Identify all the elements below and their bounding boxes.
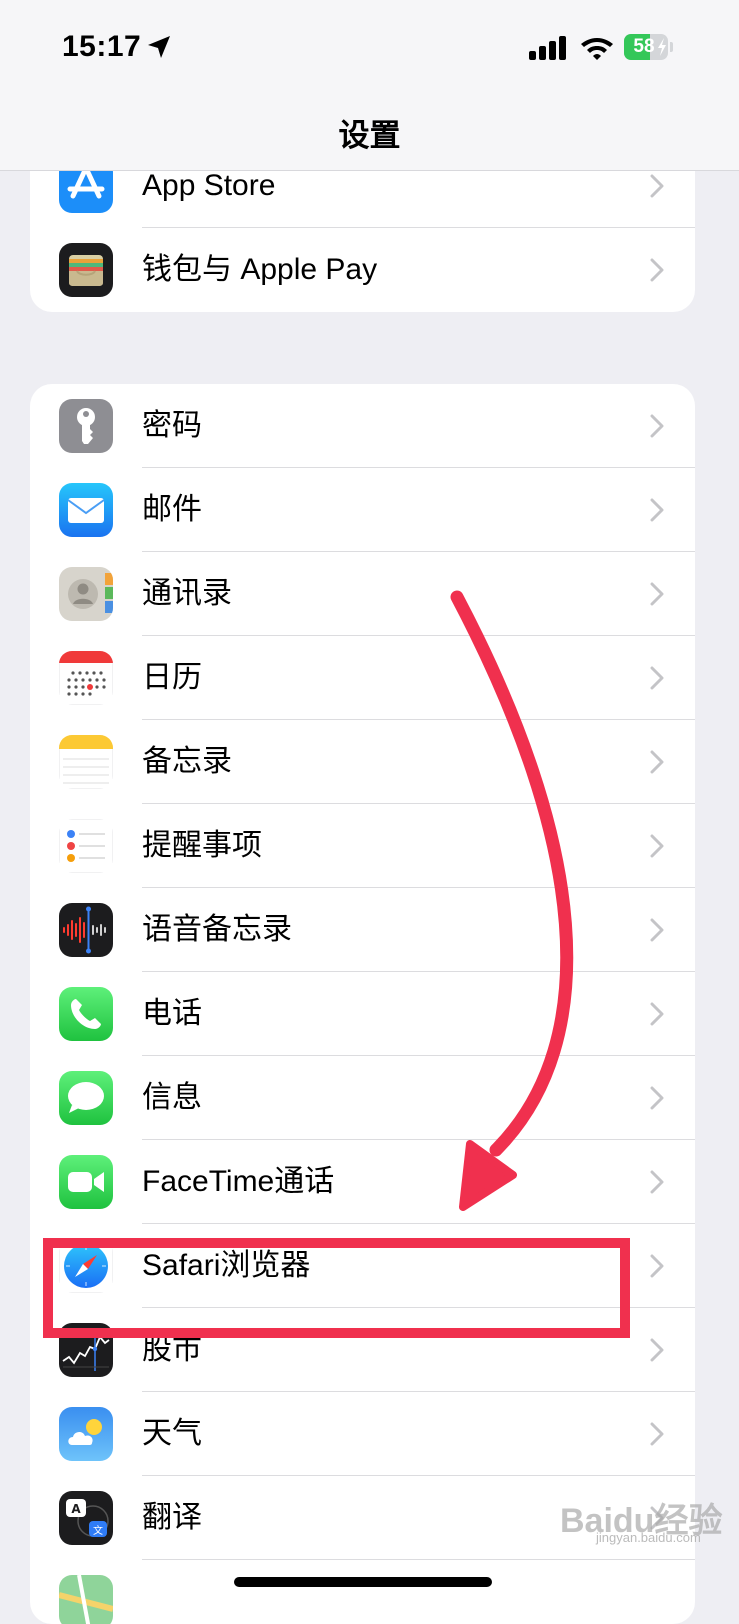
- row-label: 日历: [142, 661, 202, 694]
- charging-bolt-icon: [658, 38, 666, 56]
- phone-icon: [59, 987, 113, 1041]
- calendar-icon: [59, 651, 113, 705]
- settings-row-facetime[interactable]: FaceTime通话: [30, 1140, 695, 1224]
- notes-icon: [59, 735, 113, 789]
- settings-row-stocks[interactable]: 股市: [30, 1308, 695, 1392]
- battery-cap: [670, 42, 673, 52]
- settings-row-passwords[interactable]: 密码: [30, 384, 695, 468]
- messages-icon: [59, 1071, 113, 1125]
- navigation-bar: 设置: [0, 100, 739, 171]
- row-label: Safari浏览器: [142, 1249, 311, 1282]
- location-arrow-icon: [148, 36, 170, 58]
- baidu-watermark-url: jingyan.baidu.com: [596, 1530, 701, 1545]
- row-label: 语音备忘录: [142, 913, 292, 946]
- wifi-icon: [581, 38, 613, 60]
- row-label: 翻译: [142, 1501, 202, 1534]
- cellular-signal-icon: [529, 36, 566, 60]
- settings-row-voice-memos[interactable]: 语音备忘录: [30, 888, 695, 972]
- status-bar: 15:17 58: [0, 0, 739, 100]
- weather-icon: [59, 1407, 113, 1461]
- settings-row-mail[interactable]: 邮件: [30, 468, 695, 552]
- chevron-right-icon: [650, 582, 664, 606]
- settings-row-weather[interactable]: 天气: [30, 1392, 695, 1476]
- svg-text:文: 文: [93, 1524, 103, 1537]
- settings-row-wallet[interactable]: 钱包与 Apple Pay: [30, 228, 695, 312]
- chevron-right-icon: [650, 1086, 664, 1110]
- chevron-right-icon: [650, 918, 664, 942]
- row-label: FaceTime通话: [142, 1165, 335, 1198]
- chevron-right-icon: [650, 666, 664, 690]
- row-label: 提醒事项: [142, 829, 262, 862]
- settings-row-phone[interactable]: 电话: [30, 972, 695, 1056]
- svg-text:A: A: [71, 1502, 81, 1516]
- translate-icon: A 文: [59, 1491, 113, 1545]
- settings-row-contacts[interactable]: 通讯录: [30, 552, 695, 636]
- wallet-icon: [59, 243, 113, 297]
- row-label: 密码: [142, 409, 202, 442]
- row-label: 备忘录: [142, 745, 232, 778]
- key-icon: [59, 399, 113, 453]
- home-indicator[interactable]: [234, 1577, 492, 1587]
- row-label: 股市: [142, 1333, 202, 1366]
- settings-group-apps: 密码 邮件 通讯录 日历 备忘录 提醒事项 语音备忘录 电话 信息 FaceTi…: [30, 384, 695, 1624]
- battery-indicator: 58: [624, 34, 668, 60]
- row-label: 钱包与 Apple Pay: [142, 253, 378, 286]
- row-label: 信息: [142, 1081, 202, 1114]
- chevron-right-icon: [650, 1170, 664, 1194]
- settings-row-maps-partial[interactable]: [30, 1560, 695, 1624]
- contacts-icon: [59, 567, 113, 621]
- chevron-right-icon: [650, 1338, 664, 1362]
- row-label: 天气: [142, 1417, 202, 1450]
- row-label: 电话: [142, 997, 202, 1030]
- mail-icon: [59, 483, 113, 537]
- row-label: 通讯录: [142, 577, 232, 610]
- chevron-right-icon: [650, 834, 664, 858]
- voice-memos-icon: [59, 903, 113, 957]
- row-label: 邮件: [142, 493, 202, 526]
- status-time: 15:17: [62, 30, 142, 63]
- chevron-right-icon: [650, 1254, 664, 1278]
- settings-row-reminders[interactable]: 提醒事项: [30, 804, 695, 888]
- settings-row-calendar[interactable]: 日历: [30, 636, 695, 720]
- settings-row-safari[interactable]: Safari浏览器: [30, 1224, 695, 1308]
- chevron-right-icon: [650, 498, 664, 522]
- facetime-icon: [59, 1155, 113, 1209]
- settings-row-messages[interactable]: 信息: [30, 1056, 695, 1140]
- reminders-icon: [59, 819, 113, 873]
- settings-row-notes[interactable]: 备忘录: [30, 720, 695, 804]
- page-title: 设置: [338, 118, 401, 153]
- chevron-right-icon: [650, 1422, 664, 1446]
- stocks-icon: [59, 1323, 113, 1377]
- safari-icon: [59, 1239, 113, 1293]
- chevron-right-icon: [650, 258, 664, 282]
- chevron-right-icon: [650, 174, 664, 198]
- chevron-right-icon: [650, 750, 664, 774]
- chevron-right-icon: [650, 414, 664, 438]
- chevron-right-icon: [650, 1002, 664, 1026]
